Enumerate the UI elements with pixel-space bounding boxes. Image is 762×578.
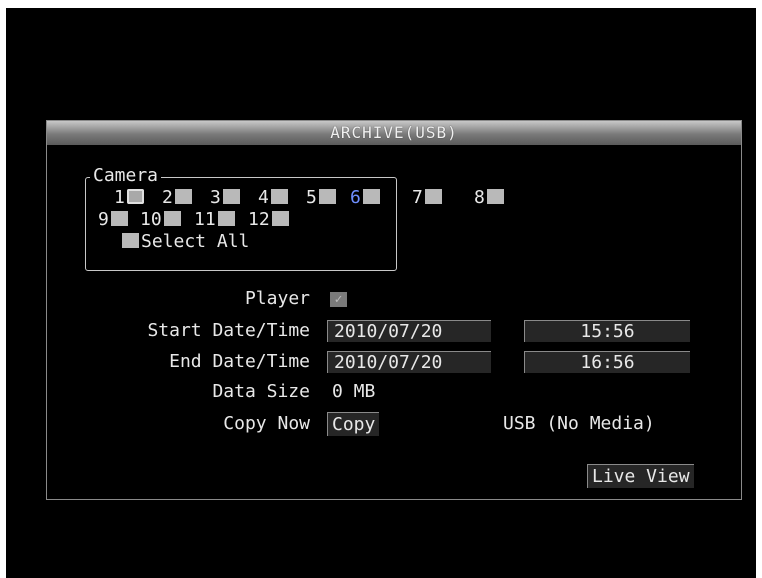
camera-1-checkbox[interactable]: [126, 189, 144, 204]
camera-7-checkbox[interactable]: [424, 189, 442, 204]
select-all-label: Select All: [141, 231, 250, 252]
camera-6-label: 6: [350, 187, 361, 208]
camera-2-option[interactable]: 2: [162, 188, 192, 208]
camera-5-checkbox[interactable]: [318, 189, 336, 204]
camera-7-label: 7: [412, 187, 423, 208]
camera-1-label: 1: [114, 187, 125, 208]
camera-8-checkbox[interactable]: [486, 189, 504, 204]
camera-10-label: 10: [140, 209, 162, 230]
camera-4-option[interactable]: 4: [258, 188, 288, 208]
select-all-option[interactable]: Select All: [122, 232, 249, 252]
camera-group: Camera 1 2 3 4 5 6 7 8 9 10 11 12 Select…: [85, 166, 504, 271]
camera-8-label: 8: [474, 187, 485, 208]
data-size-label: Data Size: [212, 381, 310, 402]
camera-9-checkbox[interactable]: [110, 211, 128, 226]
camera-4-label: 4: [258, 187, 269, 208]
camera-7-option[interactable]: 7: [412, 188, 442, 208]
camera-10-checkbox[interactable]: [163, 211, 181, 226]
live-view-button[interactable]: Live View: [587, 464, 694, 488]
camera-2-checkbox[interactable]: [174, 189, 192, 204]
camera-3-checkbox[interactable]: [222, 189, 240, 204]
camera-group-legend: Camera: [90, 166, 162, 186]
camera-3-option[interactable]: 3: [210, 188, 240, 208]
camera-8-option[interactable]: 8: [474, 188, 504, 208]
data-size-value: 0 MB: [332, 381, 376, 402]
usb-media-status: USB (No Media): [503, 413, 655, 434]
end-date-field[interactable]: 2010/07/20: [327, 351, 491, 373]
camera-10-option[interactable]: 10: [140, 210, 181, 230]
dialog-title: ARCHIVE(USB): [330, 123, 458, 142]
camera-5-option[interactable]: 5: [306, 188, 336, 208]
camera-6-checkbox[interactable]: [362, 189, 380, 204]
dvr-screen: ARCHIVE(USB) Camera 1 2 3 4 5 6 7 8 9 10…: [6, 8, 756, 578]
camera-11-checkbox[interactable]: [217, 211, 235, 226]
dialog-titlebar: ARCHIVE(USB): [47, 121, 741, 145]
end-time-field[interactable]: 16:56: [524, 351, 690, 373]
player-label: Player: [244, 288, 310, 309]
camera-11-label: 11: [194, 209, 216, 230]
end-datetime-label: End Date/Time: [169, 351, 310, 372]
archive-dialog: ARCHIVE(USB) Camera 1 2 3 4 5 6 7 8 9 10…: [46, 120, 742, 500]
camera-5-label: 5: [306, 187, 317, 208]
select-all-checkbox[interactable]: [122, 233, 139, 248]
camera-11-option[interactable]: 11: [194, 210, 235, 230]
camera-12-option[interactable]: 12: [248, 210, 289, 230]
camera-9-label: 9: [98, 209, 109, 230]
start-time-field[interactable]: 15:56: [524, 320, 690, 342]
camera-12-label: 12: [248, 209, 270, 230]
start-date-field[interactable]: 2010/07/20: [327, 320, 491, 342]
camera-3-label: 3: [210, 187, 221, 208]
copy-button[interactable]: Copy: [327, 412, 380, 436]
camera-4-checkbox[interactable]: [270, 189, 288, 204]
camera-9-option[interactable]: 9: [98, 210, 128, 230]
camera-6-option[interactable]: 6: [350, 188, 380, 208]
copy-now-label: Copy Now: [223, 413, 310, 434]
camera-2-label: 2: [162, 187, 173, 208]
player-checkbox[interactable]: ✓: [330, 292, 347, 307]
camera-12-checkbox[interactable]: [271, 211, 289, 226]
camera-1-option[interactable]: 1: [114, 188, 144, 208]
start-datetime-label: Start Date/Time: [147, 320, 310, 341]
